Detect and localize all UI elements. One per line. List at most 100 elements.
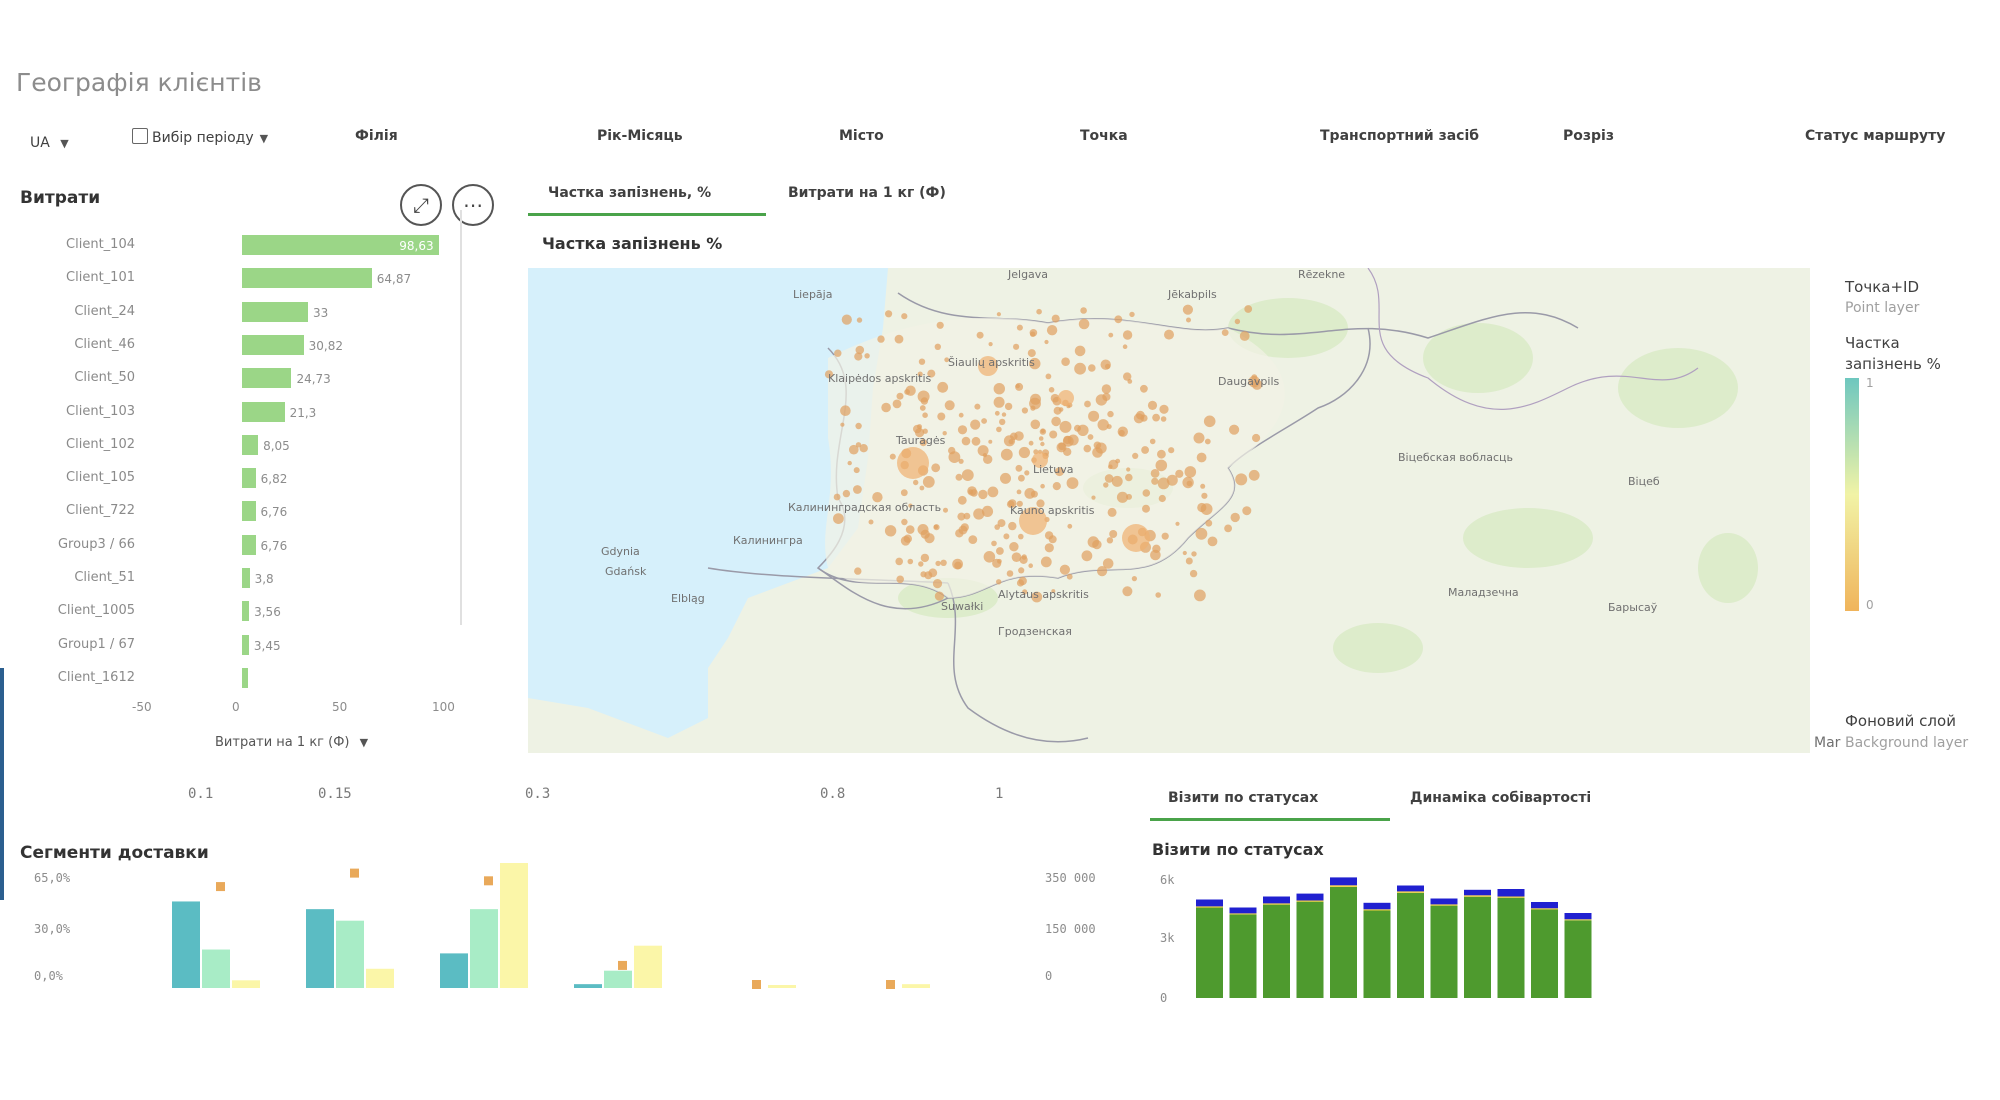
expense-bar[interactable] [242,468,256,489]
visits-bar-segment[interactable] [1430,905,1458,998]
city-filter[interactable]: Місто [839,128,884,144]
visits-bar-segment[interactable] [1229,914,1257,998]
branch-filter[interactable]: Філія [355,128,398,144]
visits-bar-segment[interactable] [1464,896,1491,998]
visits-bar-segment[interactable] [1263,896,1290,904]
map-point [944,400,955,411]
language-select[interactable]: UA ▼ [30,135,69,151]
visits-bar-segment[interactable] [1263,903,1290,905]
visits-bar-segment[interactable] [1497,896,1525,898]
visits-bar-segment[interactable] [1531,908,1558,910]
map[interactable]: Jelgava Rēzekne Liepāja Jēkabpils Daugavpils… [528,268,1810,753]
visits-bar-segment[interactable] [1397,891,1424,893]
expenses-dimension-select[interactable]: Витрати на 1 кг (Ф) ▼ [215,735,368,750]
segment-marker[interactable] [618,960,627,970]
expense-bar[interactable] [242,534,256,555]
segment-marker[interactable] [886,980,895,989]
segment-bar[interactable] [306,909,334,988]
route-status-filter[interactable]: Статус маршруту [1805,128,1945,144]
visits-bar-segment[interactable] [1296,900,1324,902]
segment-bar[interactable] [634,945,662,988]
visits-bar-segment[interactable] [1363,902,1391,910]
bottom-tick: 0.15 [318,786,352,802]
segment-bar[interactable] [604,970,632,988]
segment-marker[interactable] [216,882,225,892]
more-options-button[interactable]: ⋯ [452,184,494,226]
visits-bar-segment[interactable] [1564,920,1592,998]
visits-bar-segment[interactable] [1196,899,1223,907]
visits-bar-segment[interactable] [1430,904,1458,906]
segment-marker[interactable] [350,868,359,878]
expense-bar[interactable] [242,368,292,389]
visits-bar-segment[interactable] [1564,919,1592,921]
expense-bar[interactable] [242,501,256,522]
segment-bar[interactable] [902,984,930,988]
visits-bar-segment[interactable] [1564,913,1592,920]
tab-cost-dynamics[interactable]: Динаміка собівартості [1410,790,1591,818]
tab-visits-by-status[interactable]: Візити по статусах [1150,790,1390,821]
expense-bar[interactable] [242,634,249,655]
visits-bar-segment[interactable] [1397,885,1424,892]
visits-bar-segment[interactable] [1363,910,1391,999]
map-point [1129,311,1135,318]
vehicle-filter[interactable]: Транспортний засіб [1320,128,1479,144]
axis-tick: 0 [232,700,240,714]
visits-bar-segment[interactable] [1296,901,1324,998]
expense-bar[interactable] [242,401,285,422]
visits-bar-segment[interactable] [1430,898,1458,905]
slice-filter[interactable]: Розріз [1563,128,1614,144]
visits-bar-segment[interactable] [1497,897,1525,998]
point-filter[interactable]: Точка [1080,128,1128,144]
visits-bar-segment[interactable] [1330,885,1357,887]
visits-bar-segment[interactable] [1263,904,1290,998]
tab-late-share[interactable]: Частка запізнень, % [528,185,766,216]
map-point [1152,413,1160,422]
segment-marker[interactable] [752,980,761,989]
visits-bar-segment[interactable] [1531,902,1558,909]
axis-tick: 50 [332,700,348,714]
visits-bar-segment[interactable] [1397,892,1424,998]
visits-bar-segment[interactable] [1464,889,1491,896]
segment-bar[interactable] [440,953,468,988]
expense-bar[interactable] [242,568,250,588]
map-point [1067,523,1073,529]
tab-cost-per-kg[interactable]: Витрати на 1 кг (Ф) [788,185,946,213]
expense-bar[interactable] [242,601,250,622]
visits-bar-segment[interactable] [1531,909,1558,999]
expand-button[interactable]: ⤢ [400,184,442,226]
map-point [884,525,897,537]
expense-bar[interactable] [242,667,249,688]
segment-bar[interactable] [470,909,498,988]
segment-bar[interactable] [366,968,394,988]
visits-bar-segment[interactable] [1196,906,1223,908]
segment-bar[interactable] [202,949,230,988]
expense-bar[interactable] [242,268,372,289]
visits-bar-segment[interactable] [1229,907,1257,914]
segment-marker[interactable] [484,876,493,886]
visits-bar-segment[interactable] [1330,877,1357,886]
visits-bar-segment[interactable] [1464,895,1491,897]
visits-bar-segment[interactable] [1229,913,1257,915]
segment-bar[interactable] [500,863,528,988]
segment-bar[interactable] [336,920,364,988]
map-point [935,560,941,567]
segment-bar[interactable] [232,980,260,988]
segment-bar[interactable] [768,985,796,988]
year-month-filter[interactable]: Рік-Місяць [597,128,683,144]
segment-bar[interactable] [574,984,602,988]
map-point [1018,474,1025,482]
visits-bar-segment[interactable] [1497,889,1525,897]
expense-bar[interactable] [242,301,308,322]
visits-bar-segment[interactable] [1296,893,1324,901]
map-point [854,352,863,361]
expense-bar[interactable] [242,334,304,355]
segment-bar[interactable] [172,901,200,988]
visits-bar-segment[interactable] [1196,907,1223,999]
period-filter[interactable]: Вибір періоду ▼ [132,128,268,146]
visits-bar-segment[interactable] [1363,909,1391,911]
visits-bar-segment[interactable] [1330,886,1357,998]
expense-bar[interactable] [242,434,259,455]
visits-axis-tick: 6k [1160,873,1175,887]
map-point [1081,550,1093,562]
map-point [1157,449,1166,459]
